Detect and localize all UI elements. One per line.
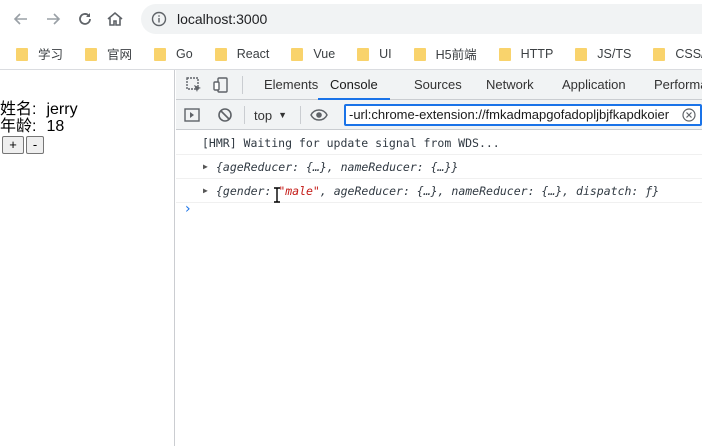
- bookmark-item[interactable]: 官网: [71, 42, 140, 66]
- name-label: 姓名:: [0, 101, 37, 118]
- filter-text: -url:chrome-extension://fmkadmapgofadopl…: [349, 107, 670, 122]
- toolbar-divider: [300, 106, 301, 124]
- string-value: "male": [278, 184, 320, 198]
- decrement-button[interactable]: -: [26, 136, 44, 154]
- inspect-element-icon[interactable]: [185, 76, 203, 94]
- bookmark-label: H5前端: [435, 48, 477, 62]
- bookmark-label: CSS/Less/Sa: [675, 46, 702, 61]
- bookmark-label: Go: [176, 46, 193, 61]
- tab-elements[interactable]: Elements: [264, 70, 318, 100]
- age-value: 18: [46, 118, 65, 135]
- device-toolbar-icon[interactable]: [212, 76, 230, 94]
- url-text: localhost:3000: [177, 11, 268, 27]
- console-message: [HMR] Waiting for update signal from WDS…: [176, 131, 702, 155]
- context-selector[interactable]: top ▼: [254, 106, 287, 124]
- name-row: 姓名: jerry: [0, 101, 78, 118]
- age-row: 年龄: 18: [0, 118, 64, 135]
- age-label: 年龄:: [0, 118, 37, 135]
- increment-button[interactable]: +: [2, 136, 24, 154]
- show-sidebar-icon[interactable]: [183, 106, 201, 124]
- bookmarks-bar: 学习 官网 Go React Vue UI H5前端 HTTP JS/TS CS…: [0, 38, 702, 70]
- tab-console[interactable]: Console: [318, 70, 390, 100]
- folder-icon: [413, 47, 426, 61]
- object-preview-prefix: {gender:: [216, 184, 279, 198]
- folder-icon: [498, 47, 511, 61]
- back-button[interactable]: [8, 6, 34, 32]
- back-arrow-icon: [13, 13, 27, 25]
- folder-icon: [214, 47, 227, 61]
- tab-performance[interactable]: Performa: [654, 70, 702, 100]
- name-value: jerry: [46, 101, 78, 118]
- expand-triangle-icon[interactable]: ▶: [203, 155, 208, 178]
- folder-icon: [16, 47, 28, 61]
- folder-icon: [291, 47, 304, 61]
- console-message[interactable]: ▶ {ageReducer: {…}, nameReducer: {…}}: [176, 155, 702, 179]
- page-viewport: 姓名: jerry 年龄: 18 + -: [0, 70, 175, 446]
- reload-icon: [79, 13, 91, 25]
- console-messages: [HMR] Waiting for update signal from WDS…: [176, 131, 702, 203]
- bookmark-label: 官网: [107, 48, 133, 62]
- clear-console-icon[interactable]: [216, 106, 234, 124]
- console-toolbar: top ▼ -url:chrome-extension://fmkadmapgof…: [176, 100, 702, 130]
- devtools-tabbar: Elements Console Sources Network Applica…: [176, 70, 702, 100]
- tab-network[interactable]: Network: [486, 70, 534, 100]
- forward-arrow-icon: [47, 13, 61, 25]
- bookmark-item[interactable]: H5前端: [400, 42, 485, 66]
- message-text: [HMR] Waiting for update signal from WDS…: [202, 136, 500, 150]
- bookmark-label: React: [236, 46, 270, 61]
- dropdown-arrow-icon: ▼: [278, 110, 287, 120]
- bookmark-label: HTTP: [520, 46, 554, 61]
- bookmark-label: 学习: [38, 48, 64, 62]
- bookmark-item[interactable]: Vue: [277, 42, 343, 66]
- home-icon: [107, 11, 123, 26]
- folder-icon: [575, 47, 588, 61]
- object-preview: {ageReducer: {…}, nameReducer: {…}}: [216, 160, 459, 174]
- home-button[interactable]: [102, 6, 128, 32]
- bookmark-item[interactable]: React: [201, 42, 278, 66]
- reload-button[interactable]: [72, 6, 98, 32]
- address-bar[interactable]: localhost:3000: [141, 4, 702, 34]
- text-cursor-icon: [274, 187, 280, 203]
- expand-triangle-icon[interactable]: ▶: [203, 179, 208, 202]
- bookmark-item[interactable]: 学习: [0, 42, 71, 66]
- bookmark-item[interactable]: UI: [343, 42, 400, 66]
- console-filter-input[interactable]: -url:chrome-extension://fmkadmapgofadopl…: [344, 104, 702, 126]
- tab-sources[interactable]: Sources: [414, 70, 462, 100]
- folder-icon: [357, 47, 370, 61]
- bookmark-item[interactable]: Go: [140, 42, 201, 66]
- bookmark-item[interactable]: HTTP: [485, 42, 562, 66]
- forward-button[interactable]: [40, 6, 66, 32]
- console-message[interactable]: ▶ {gender: "male", ageReducer: {…}, name…: [176, 179, 702, 203]
- clear-filter-icon[interactable]: [682, 108, 696, 122]
- info-icon[interactable]: [151, 11, 167, 27]
- bookmark-label: JS/TS: [597, 46, 632, 61]
- tab-application[interactable]: Application: [562, 70, 626, 100]
- live-expression-eye-icon[interactable]: [310, 106, 328, 124]
- object-preview-suffix: , ageReducer: {…}, nameReducer: {…}, dis…: [319, 184, 660, 198]
- folder-icon: [85, 47, 98, 61]
- bookmark-label: UI: [379, 46, 392, 61]
- folder-icon: [154, 47, 167, 61]
- context-label: top: [254, 107, 273, 123]
- devtools-panel: Elements Console Sources Network Applica…: [176, 70, 702, 446]
- folder-icon: [653, 47, 666, 61]
- toolbar-divider: [244, 106, 245, 124]
- toolbar-divider: [242, 76, 243, 94]
- bookmark-label: Vue: [313, 46, 336, 61]
- browser-toolbar: localhost:3000: [0, 0, 702, 38]
- console-prompt[interactable]: ›: [185, 201, 191, 217]
- bookmark-item[interactable]: CSS/Less/Sa: [639, 42, 702, 66]
- bookmark-item[interactable]: JS/TS: [561, 42, 639, 66]
